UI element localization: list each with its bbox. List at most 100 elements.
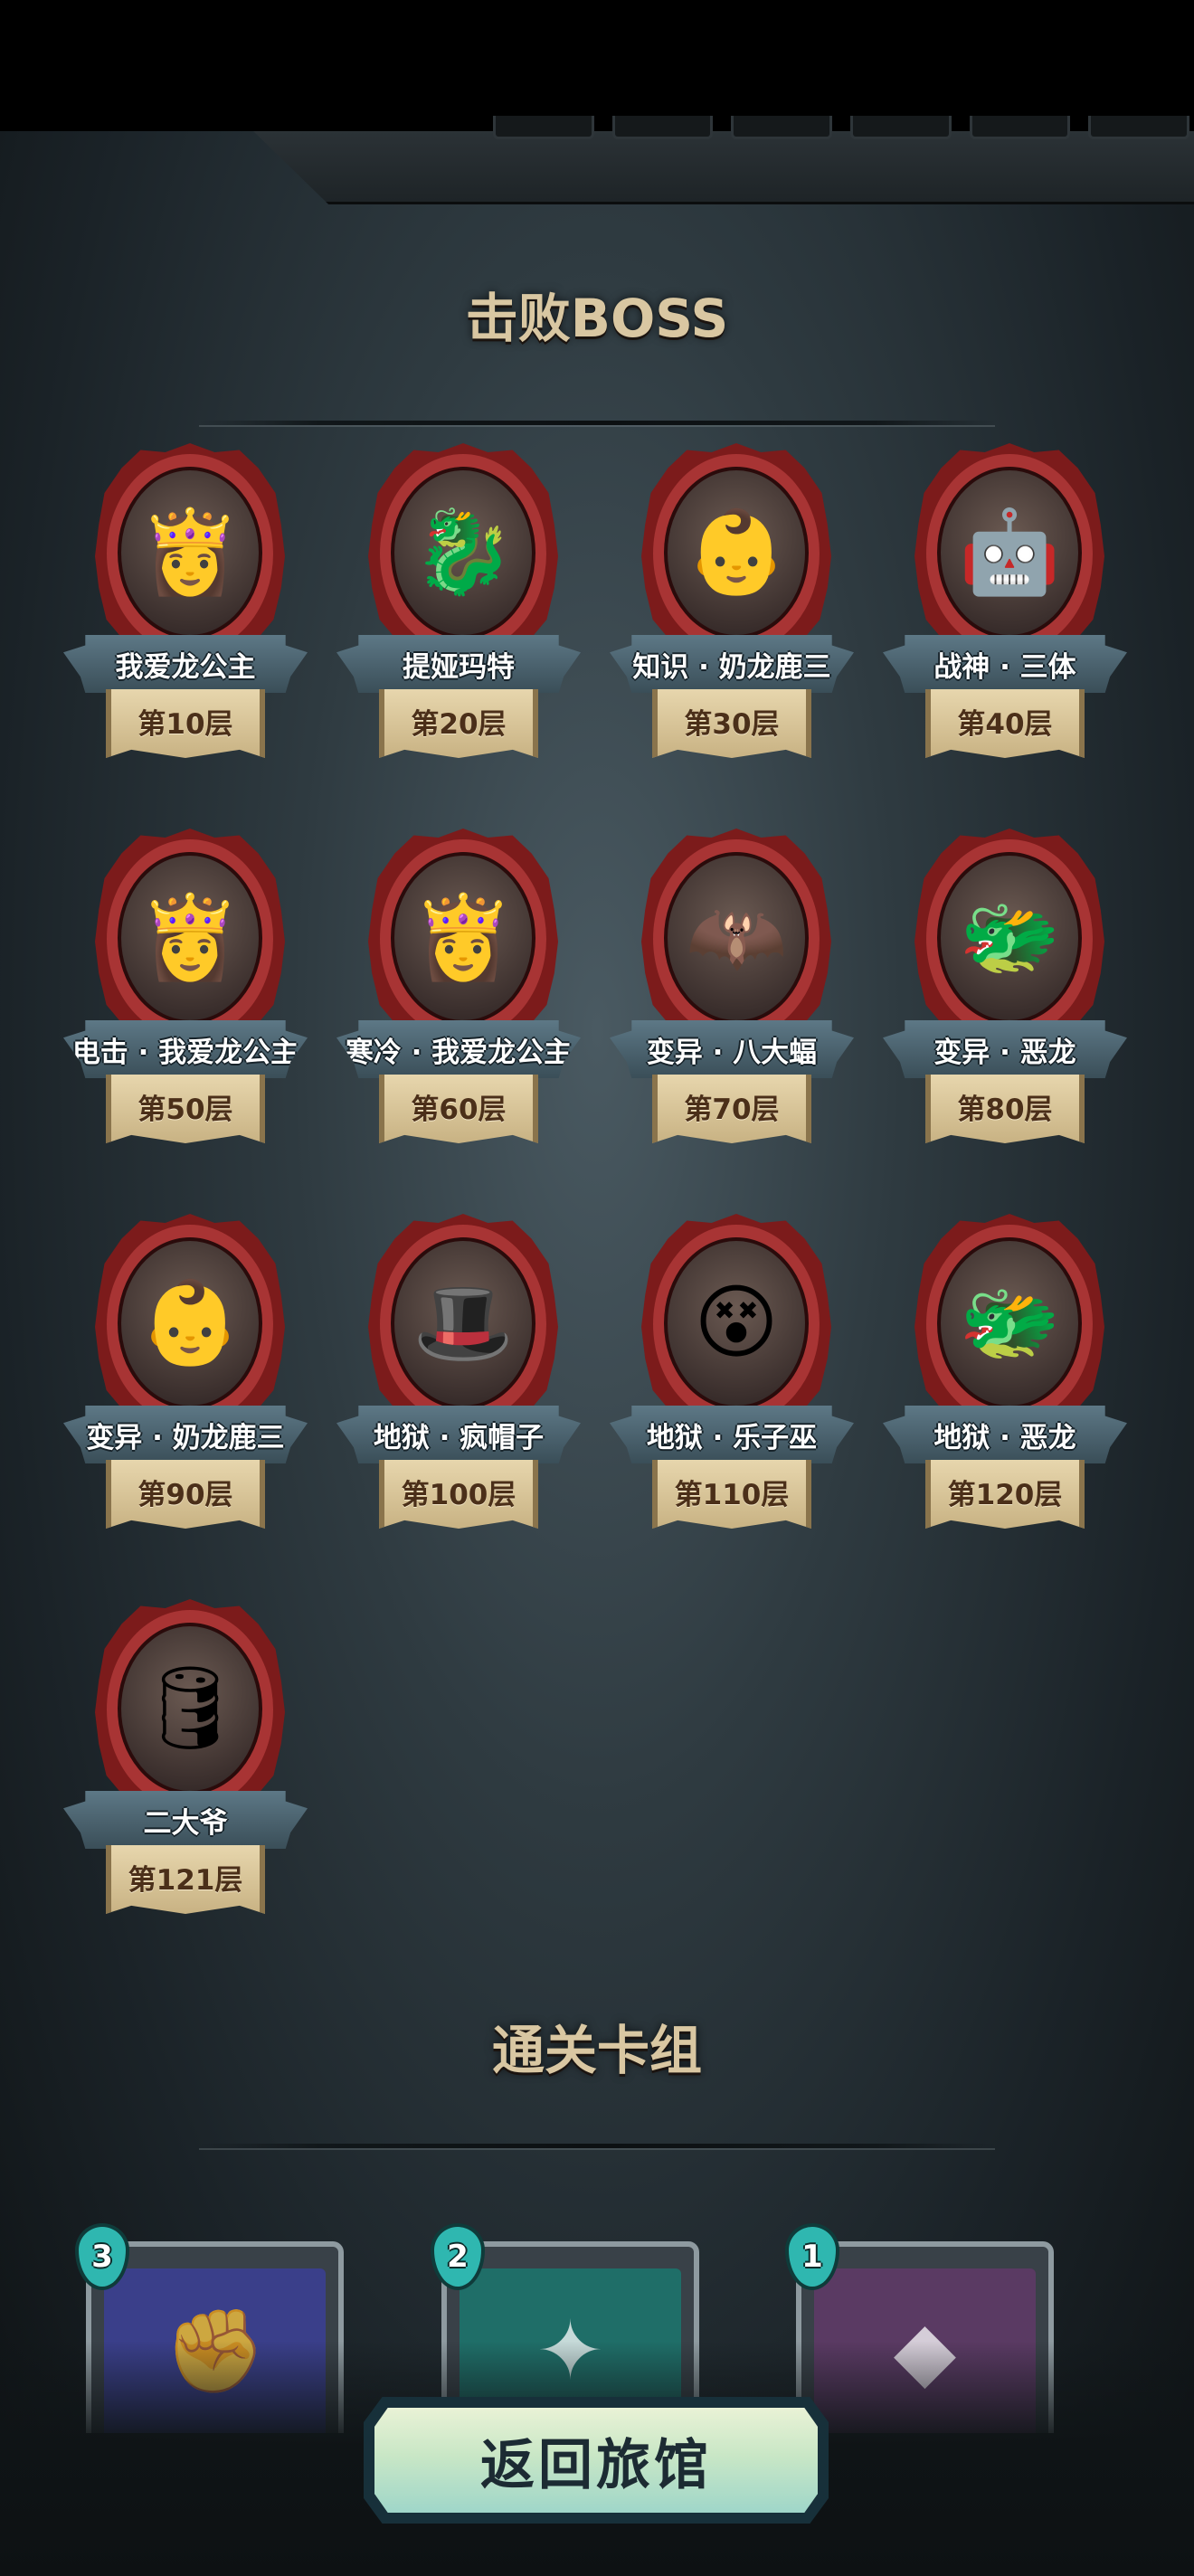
boss-medal[interactable]: 👶 变异 · 奶龙鹿三 第90层 [63,1214,308,1558]
red-dragon-portrait: 🐲 [937,1237,1082,1409]
boss-floor: 第110层 [674,1478,790,1511]
card-cost: 3 [91,2239,113,2275]
floor-scroll: 第110层 [652,1460,811,1529]
helmet-baby-portrait: 👶 [664,467,809,639]
boss-name-ribbon: 电击 · 我爱龙公主 [63,1020,308,1078]
top-bar [0,0,1194,131]
mad-hatter-portrait: 🎩 [391,1237,535,1409]
boss-floor: 第80层 [957,1093,1053,1126]
boss-name-ribbon: 变异 · 奶龙鹿三 [63,1406,308,1463]
boss-name: 寒冷 · 我爱龙公主 [345,1036,573,1069]
return-to-inn-button[interactable]: 返回旅馆 [364,2397,829,2524]
boss-medal[interactable]: 🐉 提娅玛特第20层 [336,443,581,787]
floor-scroll: 第40层 [925,689,1085,758]
boss-floor: 第40层 [957,707,1053,741]
floor-scroll: 第10层 [106,689,265,758]
boss-glyph-icon: 🎩 [412,1275,515,1370]
boss-floor: 第90层 [137,1478,233,1511]
boss-glyph-icon: 👸 [138,505,242,600]
boss-name: 提娅玛特 [403,650,515,684]
boss-medal[interactable]: 👸 寒冷 · 我爱龙公主 第60层 [336,829,581,1172]
floor-scroll: 第90层 [106,1460,265,1529]
boss-medal[interactable]: 😵 地狱 · 乐子巫 第110层 [610,1214,854,1558]
bat-creature-portrait: 🦇 [664,852,809,1024]
boss-name: 变异 · 恶龙 [933,1036,1076,1069]
floor-scroll: 第120层 [925,1460,1085,1529]
boss-name-ribbon: 二大爷 [63,1791,308,1849]
jester-witch-portrait: 😵 [664,1237,809,1409]
bosses-section-title: 击败BOSS [465,288,729,349]
boss-floor: 第100层 [401,1478,516,1511]
deck-section-title: 通关卡组 [491,2020,702,2081]
boss-name: 地狱 · 疯帽子 [373,1421,545,1454]
purple-dragon-portrait: 🐉 [391,467,535,639]
helmet-baby-portrait: 👶 [118,1237,262,1409]
floor-scroll: 第50层 [106,1075,265,1143]
boss-glyph-icon: 👸 [138,890,242,985]
boss-medal[interactable]: 🛢 二大爷第121层 [63,1599,308,1943]
boss-floor: 第60层 [411,1093,507,1126]
floor-scroll: 第70层 [652,1075,811,1143]
boss-floor: 第121层 [128,1863,243,1897]
boss-floor: 第70层 [684,1093,780,1126]
boss-glyph-icon: 🐉 [412,505,515,600]
boss-medal[interactable]: 👸 电击 · 我爱龙公主第50层 [63,829,308,1172]
boss-glyph-icon: 🤖 [958,505,1061,600]
armored-barrel-portrait: 🛢 [118,1623,262,1795]
boss-name: 变异 · 奶龙鹿三 [86,1421,285,1454]
boss-name-ribbon: 变异 · 八大蝠 [610,1020,854,1078]
boss-medal[interactable]: 🎩 地狱 · 疯帽子 第100层 [336,1214,581,1558]
bosses-divider [199,421,995,425]
princess-portrait: 👸 [391,852,535,1024]
boss-name-ribbon: 地狱 · 疯帽子 [336,1406,581,1463]
boss-floor: 第30层 [684,707,780,741]
boss-name-ribbon: 提娅玛特 [336,635,581,693]
boss-glyph-icon: 🐲 [958,890,1061,985]
boss-name: 地狱 · 乐子巫 [646,1421,818,1454]
return-to-inn-button-face[interactable]: 返回旅馆 [374,2408,818,2513]
boss-glyph-icon: 👶 [685,505,788,600]
boss-glyph-icon: 🐲 [958,1275,1061,1370]
boss-name: 二大爷 [143,1806,228,1840]
boss-name: 战神 · 三体 [933,650,1076,684]
floor-scroll: 第80层 [925,1075,1085,1143]
boss-name: 电击 · 我爱龙公主 [71,1036,299,1069]
boss-name: 变异 · 八大蝠 [646,1036,818,1069]
boss-name-ribbon: 地狱 · 恶龙 [883,1406,1127,1463]
princess-portrait: 👸 [118,467,262,639]
boss-name-ribbon: 知识 · 奶龙鹿三 [610,635,854,693]
return-to-inn-label: 返回旅馆 [480,2433,712,2497]
boss-medal[interactable]: 🐲 地狱 · 恶龙 第120层 [883,1214,1127,1558]
boss-glyph-icon: 👶 [138,1275,242,1370]
boss-floor: 第20层 [411,707,507,741]
boss-floor: 第10层 [137,707,233,741]
boss-medal[interactable]: 👸 我爱龙公主第10层 [63,443,308,787]
card-cost: 2 [447,2239,469,2275]
boss-name: 知识 · 奶龙鹿三 [632,650,831,684]
boss-name: 我爱龙公主 [115,650,256,684]
princess-portrait: 👸 [118,852,262,1024]
floor-scroll: 第30层 [652,689,811,758]
header-panel [253,131,1194,204]
card-cost: 1 [801,2239,823,2275]
floor-scroll: 第121层 [106,1845,265,1914]
boss-name-ribbon: 地狱 · 乐子巫 [610,1406,854,1463]
red-dragon-portrait: 🐲 [937,852,1082,1024]
golden-robot-portrait: 🤖 [937,467,1082,639]
deck-divider [199,2144,995,2148]
boss-name-ribbon: 寒冷 · 我爱龙公主 [336,1020,581,1078]
boss-glyph-icon: 👸 [412,890,515,985]
floor-scroll: 第100层 [379,1460,538,1529]
boss-glyph-icon: 😵 [694,1275,779,1370]
boss-name-ribbon: 战神 · 三体 [883,635,1127,693]
boss-medal[interactable]: 🤖 战神 · 三体 第40层 [883,443,1127,787]
floor-scroll: 第20层 [379,689,538,758]
header-slots [493,116,1190,139]
boss-floor: 第120层 [947,1478,1063,1511]
boss-name: 地狱 · 恶龙 [933,1421,1076,1454]
boss-medal[interactable]: 🐲 变异 · 恶龙 第80层 [883,829,1127,1172]
floor-scroll: 第60层 [379,1075,538,1143]
boss-medal[interactable]: 🦇 变异 · 八大蝠 第70层 [610,829,854,1172]
boss-medal[interactable]: 👶 知识 · 奶龙鹿三 第30层 [610,443,854,787]
boss-name-ribbon: 我爱龙公主 [63,635,308,693]
